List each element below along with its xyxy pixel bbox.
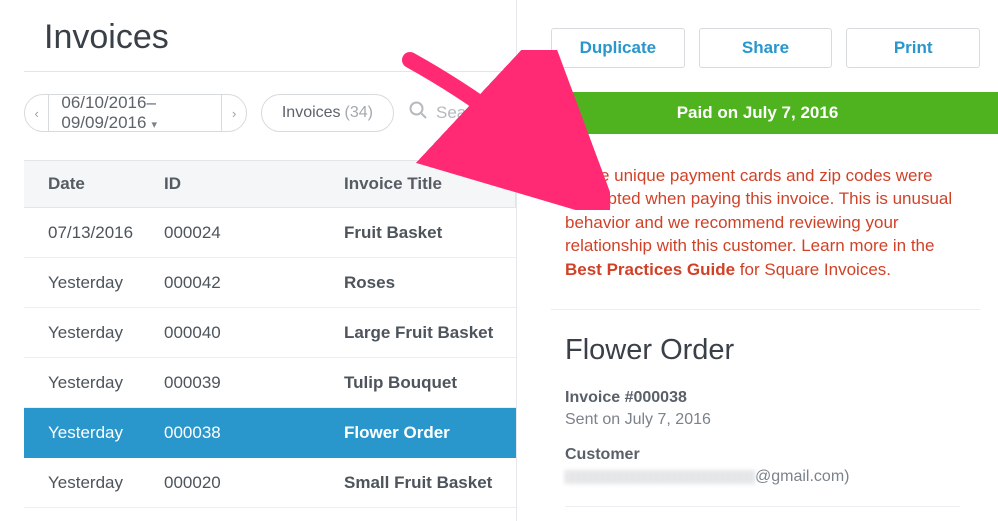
- cell-date: Yesterday: [24, 323, 164, 343]
- action-bar: Duplicate Share Print: [551, 28, 980, 68]
- table-row[interactable]: Yesterday000040Large Fruit Basket: [24, 308, 516, 358]
- cell-title: Small Fruit Basket: [344, 473, 516, 493]
- cell-id: 000020: [164, 473, 344, 493]
- col-header-id[interactable]: ID: [164, 174, 344, 194]
- cell-date: 07/13/2016: [24, 223, 164, 243]
- divider: [24, 71, 516, 72]
- cell-id: 000039: [164, 373, 344, 393]
- table-row[interactable]: Yesterday000039Tulip Bouquet: [24, 358, 516, 408]
- warning-text: Three unique payment cards and zip codes…: [565, 166, 952, 255]
- invoice-number: Invoice #000038: [565, 387, 980, 409]
- cell-id: 000042: [164, 273, 344, 293]
- print-button[interactable]: Print: [846, 28, 980, 68]
- cell-title: Flower Order: [344, 423, 516, 443]
- invoice-detail-title: Flower Order: [551, 334, 980, 367]
- cell-title: Roses: [344, 273, 516, 293]
- date-next-icon[interactable]: ›: [222, 106, 245, 121]
- customer-email-suffix: @gmail.com): [755, 468, 849, 485]
- fraud-warning: Three unique payment cards and zip codes…: [551, 134, 980, 310]
- filter-bar: ‹ 06/10/2016–09/09/2016▾ › Invoices (34): [24, 94, 516, 132]
- sent-date: Sent on July 7, 2016: [565, 409, 980, 431]
- cell-id: 000038: [164, 423, 344, 443]
- date-prev-icon[interactable]: ‹: [25, 106, 48, 121]
- cell-title: Tulip Bouquet: [344, 373, 516, 393]
- best-practices-link[interactable]: Best Practices Guide: [565, 260, 735, 279]
- divider: [565, 506, 960, 507]
- cell-title: Large Fruit Basket: [344, 323, 516, 343]
- cell-id: 000040: [164, 323, 344, 343]
- col-header-title[interactable]: Invoice Title: [344, 174, 515, 194]
- cell-title: Fruit Basket: [344, 223, 516, 243]
- table-header: Date ID Invoice Title: [24, 160, 516, 208]
- search-icon: [408, 100, 428, 126]
- table-row[interactable]: Yesterday000042Roses: [24, 258, 516, 308]
- col-header-date[interactable]: Date: [24, 174, 164, 194]
- customer-label: Customer: [565, 444, 980, 466]
- search-input[interactable]: [436, 103, 516, 123]
- table-row[interactable]: Yesterday000038Flower Order: [24, 408, 516, 458]
- cell-date: Yesterday: [24, 423, 164, 443]
- cell-date: Yesterday: [24, 273, 164, 293]
- share-button[interactable]: Share: [699, 28, 833, 68]
- customer-line: @gmail.com): [565, 466, 980, 488]
- chevron-down-icon: ▾: [151, 119, 157, 131]
- invoice-detail-panel: Duplicate Share Print Paid on July 7, 20…: [516, 0, 998, 521]
- redacted-customer: [565, 470, 755, 484]
- table-row[interactable]: 07/13/2016000024Fruit Basket: [24, 208, 516, 258]
- invoice-filter-pill[interactable]: Invoices (34): [261, 94, 394, 132]
- search-field[interactable]: [408, 100, 516, 126]
- cell-date: Yesterday: [24, 373, 164, 393]
- date-range-picker[interactable]: ‹ 06/10/2016–09/09/2016▾ ›: [24, 94, 247, 132]
- table-row[interactable]: Yesterday000020Small Fruit Basket: [24, 458, 516, 508]
- invoice-table: Date ID Invoice Title 07/13/2016000024Fr…: [24, 160, 516, 508]
- invoice-list-panel: Invoices ‹ 06/10/2016–09/09/2016▾ › Invo…: [0, 0, 516, 521]
- cell-date: Yesterday: [24, 473, 164, 493]
- warning-tail: for Square Invoices.: [735, 260, 891, 279]
- invoice-meta: Invoice #000038 Sent on July 7, 2016 Cus…: [551, 387, 980, 487]
- page-title: Invoices: [24, 18, 516, 57]
- cell-id: 000024: [164, 223, 344, 243]
- duplicate-button[interactable]: Duplicate: [551, 28, 685, 68]
- status-banner: Paid on July 7, 2016: [517, 92, 998, 134]
- date-range-label[interactable]: 06/10/2016–09/09/2016▾: [49, 93, 221, 133]
